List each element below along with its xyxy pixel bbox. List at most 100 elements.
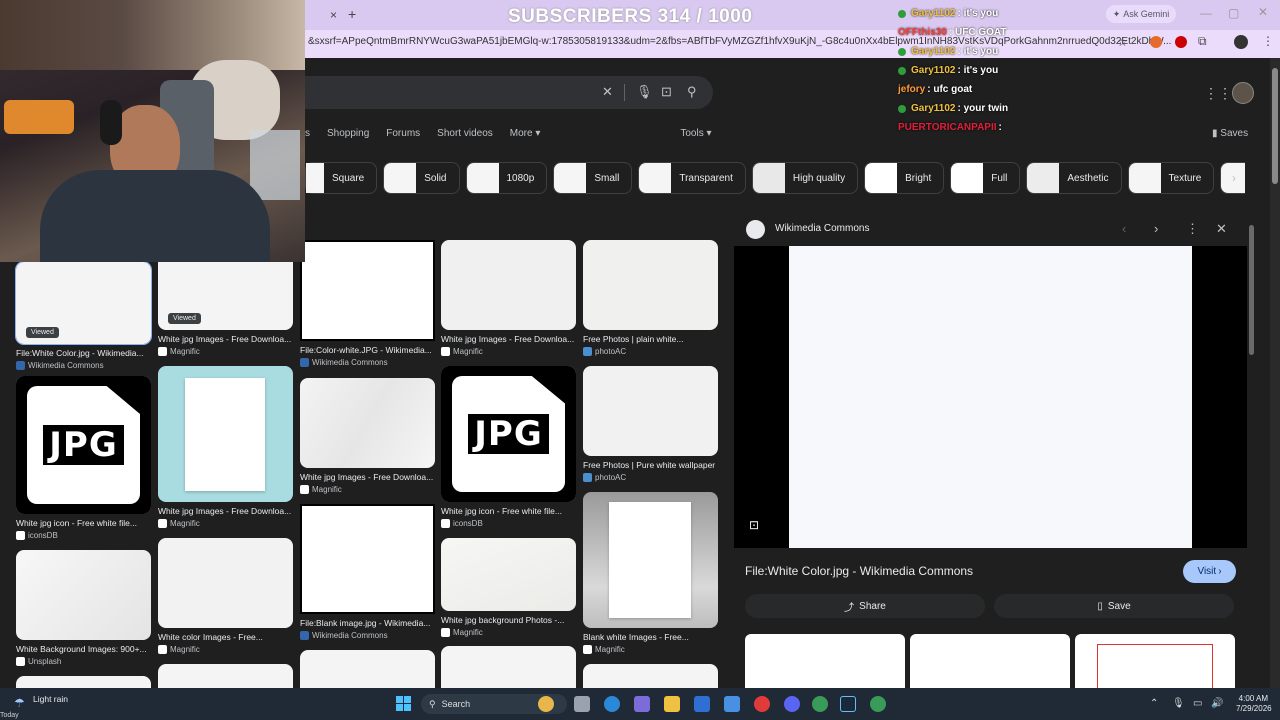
- lens-search-icon[interactable]: ⊡: [661, 84, 672, 100]
- result-card[interactable]: [583, 664, 718, 688]
- result-title[interactable]: White jpg icon - Free white file...: [441, 506, 576, 516]
- browser-menu-icon[interactable]: ⋮: [1262, 34, 1274, 48]
- chip-high-quality[interactable]: High quality: [751, 162, 859, 194]
- maximize-icon[interactable]: ▢: [1228, 6, 1239, 20]
- chip-transparent[interactable]: Transparent: [638, 162, 746, 194]
- adblock-extension-icon[interactable]: [1175, 36, 1187, 48]
- result-thumbnail[interactable]: [441, 240, 576, 330]
- copilot-icon[interactable]: [634, 696, 650, 712]
- result-title[interactable]: White Background Images: 900+...: [16, 644, 151, 654]
- result-title[interactable]: File:White Color.jpg - Wikimedia...: [16, 348, 151, 358]
- chrome-icon[interactable]: [812, 696, 828, 712]
- result-card[interactable]: JPG White jpg icon - Free white file... …: [441, 366, 576, 528]
- steam-icon[interactable]: [840, 696, 856, 712]
- tray-chevron-icon[interactable]: ⌃: [1150, 698, 1158, 709]
- result-thumbnail[interactable]: [441, 538, 576, 611]
- weather-widget[interactable]: Light rain: [33, 694, 68, 704]
- saves-link[interactable]: ▮ Saves: [1212, 128, 1248, 139]
- result-thumbnail[interactable]: [300, 504, 435, 614]
- result-title[interactable]: White jpg Images - Free Downloa...: [158, 334, 293, 344]
- result-card[interactable]: File:Blank image.jpg - Wikimedia... Wiki…: [300, 504, 435, 640]
- result-thumbnail[interactable]: [583, 492, 718, 628]
- share-button[interactable]: ⤴ Share: [745, 594, 985, 618]
- result-title[interactable]: File:Color-white.JPG - Wikimedia...: [300, 345, 435, 355]
- chevron-right-icon[interactable]: ›: [1154, 221, 1158, 236]
- result-thumbnail[interactable]: [300, 378, 435, 468]
- result-thumbnail[interactable]: [158, 538, 293, 628]
- chip-1080p[interactable]: 1080p: [465, 162, 548, 194]
- result-card[interactable]: Viewed White jpg Images - Free Downloa..…: [158, 262, 293, 356]
- result-card[interactable]: White jpg Images - Free Downloa... Magni…: [441, 240, 576, 356]
- chip-square[interactable]: Square: [305, 162, 378, 194]
- panel-scrollbar[interactable]: [1249, 225, 1254, 355]
- chip-aesthetic[interactable]: Aesthetic: [1026, 162, 1122, 194]
- lens-icon[interactable]: ⊡: [749, 518, 759, 532]
- tab-tools[interactable]: Tools ▾: [680, 128, 711, 139]
- result-title[interactable]: Free Photos | Pure white wallpaper: [583, 460, 718, 470]
- tab-shopping[interactable]: Shopping: [327, 128, 369, 139]
- chip-full[interactable]: Full: [950, 162, 1021, 194]
- result-title[interactable]: White jpg background Photos -...: [441, 615, 576, 625]
- preview-image[interactable]: [789, 246, 1192, 548]
- result-card[interactable]: Free Photos | plain white... photoAC: [583, 240, 718, 356]
- search-highlight-icon[interactable]: [538, 696, 554, 712]
- result-title[interactable]: Free Photos | plain white...: [583, 334, 718, 344]
- task-view-icon[interactable]: [574, 696, 590, 712]
- close-panel-icon[interactable]: ✕: [1216, 221, 1227, 237]
- chrome-icon[interactable]: [870, 696, 886, 712]
- result-card[interactable]: White jpg Images - Free Downloa... Magni…: [300, 378, 435, 494]
- page-scrollbar-thumb[interactable]: [1272, 68, 1278, 184]
- taskbar-clock[interactable]: 4:00 AM 7/29/2026: [1236, 694, 1272, 714]
- result-title[interactable]: White color Images - Free...: [158, 632, 293, 642]
- result-thumbnail[interactable]: JPG: [16, 376, 151, 514]
- chevron-right-icon[interactable]: ›: [1232, 171, 1236, 185]
- tab-short-videos[interactable]: Short videos: [437, 128, 493, 139]
- result-title[interactable]: White jpg Images - Free Downloa...: [441, 334, 576, 344]
- related-image[interactable]: [910, 634, 1070, 688]
- chip-bright[interactable]: Bright: [864, 162, 945, 194]
- result-card[interactable]: White jpg background Photos -... Magnifi…: [441, 538, 576, 637]
- mail-icon[interactable]: [724, 696, 740, 712]
- panel-title[interactable]: File:White Color.jpg - Wikimedia Commons: [745, 564, 973, 578]
- tab-more[interactable]: More ▾: [510, 128, 541, 139]
- result-thumbnail[interactable]: [583, 240, 718, 330]
- microphone-icon[interactable]: 🎙: [1172, 698, 1185, 709]
- result-card[interactable]: [158, 664, 293, 688]
- result-thumbnail[interactable]: [16, 676, 151, 688]
- result-thumbnail[interactable]: [158, 366, 293, 502]
- panel-source[interactable]: Wikimedia Commons: [775, 223, 869, 234]
- profile-icon[interactable]: [1234, 35, 1248, 49]
- result-card[interactable]: White color Images - Free... Magnific: [158, 538, 293, 654]
- result-card[interactable]: [441, 646, 576, 688]
- window-close-icon[interactable]: ✕: [1258, 5, 1268, 19]
- result-card[interactable]: [16, 676, 151, 688]
- extensions-puzzle-icon[interactable]: ⧉: [1198, 34, 1207, 49]
- result-card[interactable]: File:Color-white.JPG - Wikimedia... Wiki…: [300, 240, 435, 367]
- result-thumbnail[interactable]: [583, 366, 718, 456]
- result-card[interactable]: Viewed File:White Color.jpg - Wikimedia.…: [15, 261, 152, 370]
- account-avatar[interactable]: [1232, 82, 1254, 104]
- windows-start-icon[interactable]: [396, 696, 411, 711]
- result-thumbnail[interactable]: [583, 664, 718, 688]
- result-thumbnail[interactable]: [300, 650, 435, 688]
- result-thumbnail[interactable]: [300, 240, 435, 341]
- result-card[interactable]: Blank white Images - Free... Magnific: [583, 492, 718, 654]
- result-card[interactable]: JPG White jpg icon - Free white file... …: [16, 376, 151, 540]
- result-thumbnail[interactable]: [158, 664, 293, 688]
- search-input[interactable]: ✕ 🎙 ⊡ ⚲: [305, 76, 713, 109]
- result-thumbnail[interactable]: [16, 550, 151, 640]
- tab-close-icon[interactable]: ×: [330, 8, 337, 22]
- result-title[interactable]: Blank white Images - Free...: [583, 632, 718, 642]
- result-thumbnail[interactable]: Viewed: [15, 261, 152, 345]
- result-card[interactable]: Free Photos | Pure white wallpaper photo…: [583, 366, 718, 482]
- related-image[interactable]: [1075, 634, 1235, 688]
- search-icon[interactable]: ⚲: [687, 84, 697, 100]
- file-explorer-icon[interactable]: [664, 696, 680, 712]
- result-card[interactable]: White Background Images: 900+... Unsplas…: [16, 550, 151, 666]
- related-image[interactable]: [745, 634, 905, 688]
- visit-button[interactable]: Visit ›: [1183, 560, 1236, 583]
- volume-icon[interactable]: 🔊: [1211, 698, 1223, 709]
- more-options-icon[interactable]: ⋮: [1186, 221, 1199, 237]
- edge-icon[interactable]: [604, 696, 620, 712]
- result-thumbnail[interactable]: JPG: [441, 366, 576, 502]
